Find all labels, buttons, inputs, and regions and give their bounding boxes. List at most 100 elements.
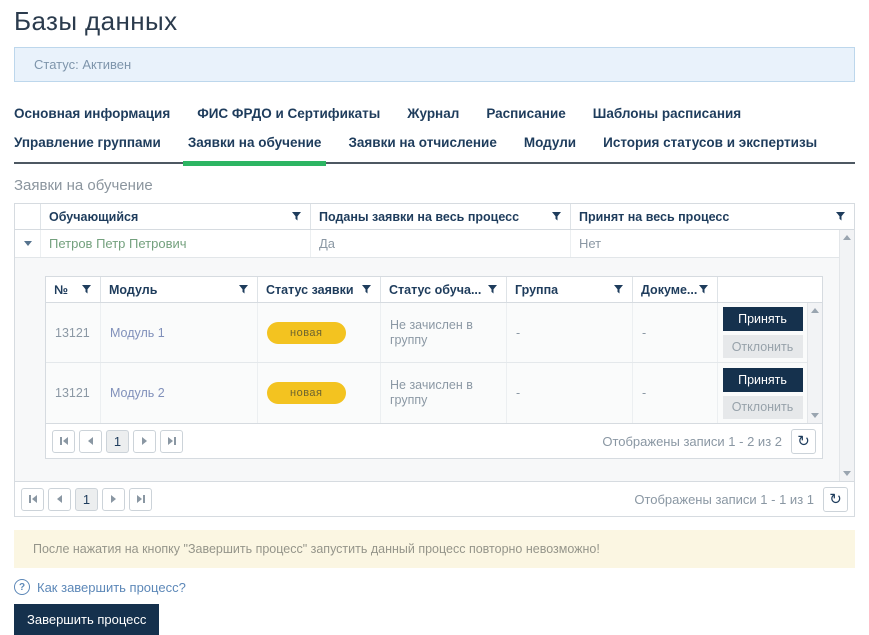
vertical-scrollbar[interactable]: [807, 303, 822, 423]
pager-first-icon: [63, 437, 68, 445]
pager-page-button[interactable]: 1: [106, 430, 129, 453]
filter-icon[interactable]: [551, 211, 562, 222]
scroll-down-icon[interactable]: [811, 413, 819, 418]
pager-next-button[interactable]: [102, 488, 125, 511]
actions-cell: Принять Отклонить: [718, 363, 807, 423]
tab-modules[interactable]: Модули: [524, 135, 576, 150]
table-row: 13121 Модуль 1 новая Не зачислен в групп…: [46, 303, 807, 363]
filter-icon[interactable]: [487, 284, 498, 295]
scroll-up-icon[interactable]: [811, 308, 819, 313]
status-badge: новая: [267, 382, 346, 404]
scroll-up-icon[interactable]: [843, 235, 851, 240]
filter-icon[interactable]: [835, 211, 846, 222]
pager-next-button[interactable]: [133, 430, 156, 453]
column-header-applied-all[interactable]: Поданы заявки на весь процесс: [311, 204, 571, 229]
filter-icon[interactable]: [698, 284, 709, 295]
pager-page-button[interactable]: 1: [75, 488, 98, 511]
pager-info: Отображены записи 1 - 1 из 1: [634, 492, 814, 507]
pager-last-button[interactable]: [129, 488, 152, 511]
document-cell: -: [633, 363, 718, 423]
scroll-down-icon[interactable]: [843, 471, 851, 476]
column-header-accepted-all[interactable]: Принят на весь процесс: [571, 204, 854, 229]
pager-prev-button[interactable]: [48, 488, 71, 511]
filter-icon[interactable]: [613, 284, 624, 295]
accept-button[interactable]: Принять: [723, 368, 803, 392]
column-header-document[interactable]: Докуме...: [633, 277, 718, 302]
status-banner: Статус: Активен: [14, 47, 855, 82]
tab-journal[interactable]: Журнал: [407, 106, 459, 121]
applied-all-cell: Да: [311, 230, 571, 257]
study-status-cell: Не зачислен в группу: [381, 363, 507, 423]
pager-last-icon: [168, 437, 173, 445]
filter-icon[interactable]: [238, 284, 249, 295]
table-row[interactable]: Петров Петр Петрович Да Нет: [15, 230, 839, 258]
refresh-button[interactable]: ↻: [791, 429, 816, 454]
students-grid: Обучающийся Поданы заявки на весь процес…: [14, 203, 855, 517]
module-link[interactable]: Модуль 2: [110, 386, 165, 400]
application-status-cell: новая: [258, 303, 381, 362]
column-header-student[interactable]: Обучающийся: [41, 204, 311, 229]
tabs-row-1: Основная информация ФИС ФРДО и Сертифика…: [14, 106, 855, 121]
study-status-cell: Не зачислен в группу: [381, 303, 507, 362]
application-status-cell: новая: [258, 363, 381, 423]
pager-last-button[interactable]: [160, 430, 183, 453]
expand-column-header: [15, 204, 41, 229]
tab-status-history[interactable]: История статусов и экспертизы: [603, 135, 817, 150]
decline-button[interactable]: Отклонить: [723, 396, 803, 419]
group-cell: -: [507, 303, 633, 362]
module-link[interactable]: Модуль 1: [110, 326, 165, 340]
group-cell: -: [507, 363, 633, 423]
page: Базы данных Статус: Активен Основная инф…: [0, 0, 869, 635]
refresh-button[interactable]: ↻: [823, 487, 848, 512]
tabs-row-2: Управление группами Заявки на обучение З…: [14, 135, 855, 164]
accept-button[interactable]: Принять: [723, 307, 803, 331]
collapse-caret-icon: [24, 241, 32, 246]
pager-next-icon: [111, 495, 116, 503]
pager-first-icon: [32, 495, 37, 503]
pager-prev-button[interactable]: [79, 430, 102, 453]
pager-first-button[interactable]: [21, 488, 44, 511]
finish-process-button[interactable]: Завершить процесс: [14, 604, 159, 635]
student-name-link[interactable]: Петров Петр Петрович: [49, 236, 187, 251]
column-header-application-status[interactable]: Статус заявки: [258, 277, 381, 302]
tab-main-info[interactable]: Основная информация: [14, 106, 170, 121]
tab-group-management[interactable]: Управление группами: [14, 135, 161, 150]
filter-icon[interactable]: [81, 284, 92, 295]
applications-grid-header: № Модуль Статус заявки: [46, 277, 822, 303]
column-header-group[interactable]: Группа: [507, 277, 633, 302]
applications-grid-pager: 1 Отображены записи 1 - 2 из 2 ↻: [46, 423, 822, 458]
section-title: Заявки на обучение: [14, 177, 855, 194]
column-header-number[interactable]: №: [46, 277, 101, 302]
help-link[interactable]: ? Как завершить процесс?: [14, 579, 855, 595]
tab-schedule[interactable]: Расписание: [486, 106, 565, 121]
status-badge: новая: [267, 322, 346, 344]
status-banner-text: Статус: Активен: [34, 57, 131, 72]
application-number-cell: 13121: [46, 363, 101, 423]
tab-expulsion-applications[interactable]: Заявки на отчисление: [348, 135, 496, 150]
module-cell: Модуль 2: [101, 363, 258, 423]
filter-icon[interactable]: [361, 284, 372, 295]
refresh-icon: ↻: [829, 492, 842, 507]
tab-fis-frdo[interactable]: ФИС ФРДО и Сертификаты: [197, 106, 380, 121]
tab-schedule-templates[interactable]: Шаблоны расписания: [593, 106, 741, 121]
filter-icon[interactable]: [291, 211, 302, 222]
decline-button[interactable]: Отклонить: [723, 335, 803, 358]
vertical-scrollbar[interactable]: [839, 230, 854, 481]
pager-first-button[interactable]: [52, 430, 75, 453]
students-grid-pager: 1 Отображены записи 1 - 1 из 1 ↻: [15, 481, 854, 516]
column-header-study-status[interactable]: Статус обуча...: [381, 277, 507, 302]
row-expand-toggle[interactable]: [15, 230, 41, 257]
pager-last-icon: [137, 495, 142, 503]
refresh-icon: ↻: [797, 434, 810, 449]
applications-grid: № Модуль Статус заявки: [45, 276, 823, 459]
pager-next-icon: [142, 437, 147, 445]
actions-cell: Принять Отклонить: [718, 303, 807, 362]
warning-text: После нажатия на кнопку "Завершить проце…: [33, 542, 600, 556]
tab-training-applications[interactable]: Заявки на обучение: [188, 135, 322, 150]
column-header-module[interactable]: Модуль: [101, 277, 258, 302]
page-title: Базы данных: [14, 6, 855, 36]
student-name-cell: Петров Петр Петрович: [41, 230, 311, 257]
students-grid-header: Обучающийся Поданы заявки на весь процес…: [15, 204, 854, 230]
application-number-cell: 13121: [46, 303, 101, 362]
pager-prev-icon: [88, 437, 93, 445]
